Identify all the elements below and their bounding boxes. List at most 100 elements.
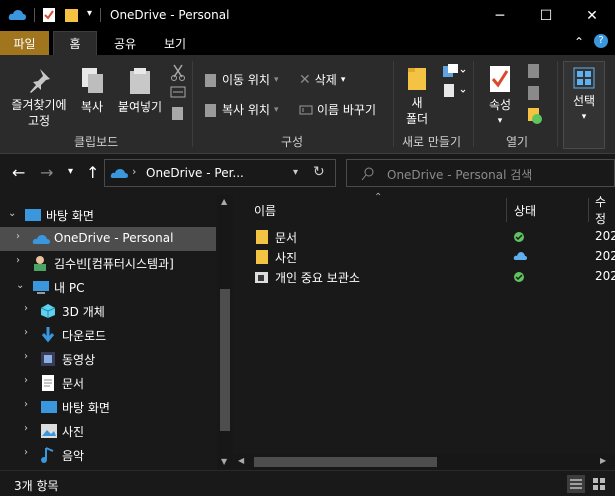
column-header-status[interactable]: 상태 (514, 198, 536, 222)
edit-icon[interactable] (527, 85, 541, 101)
copy-to-label: 복사 위치 (222, 103, 270, 117)
new-folder-button[interactable]: 새 폴더 (400, 65, 434, 127)
chevron-right-icon[interactable]: › (24, 399, 28, 410)
tree-scroll-thumb[interactable] (220, 289, 230, 431)
easy-access-icon[interactable] (442, 83, 466, 99)
open-group-label: 열기 (506, 135, 529, 149)
file-row[interactable]: 사진 202 (251, 247, 615, 267)
close-button[interactable]: ✕ (569, 0, 615, 31)
horizontal-scroll-thumb[interactable] (254, 457, 437, 467)
move-to-button[interactable]: 이동 위치 ▾ (204, 71, 279, 88)
chevron-down-icon[interactable]: ⌄ (8, 208, 16, 219)
quick-access-dropdown-icon[interactable]: ▾ (87, 8, 92, 19)
properties-dropdown-icon: ▾ (497, 116, 503, 126)
select-button[interactable]: 선택 ▾ (563, 61, 605, 149)
tab-share[interactable]: 공유 (103, 31, 147, 55)
scroll-right-icon[interactable]: ▶ (600, 456, 606, 465)
tree-item-music[interactable]: › 음악 (0, 443, 216, 467)
tab-file[interactable]: 파일 (0, 31, 49, 55)
scroll-left-icon[interactable]: ◀ (238, 456, 244, 465)
forward-arrow-icon[interactable]: → (40, 163, 53, 182)
properties-icon (490, 66, 510, 92)
chevron-right-icon[interactable]: › (24, 327, 28, 338)
properties-quick-icon[interactable] (42, 7, 56, 23)
tree-item-videos[interactable]: › 동영상 (0, 347, 216, 371)
maximize-button[interactable]: ☐ (523, 0, 569, 31)
clipboard-group-label: 클립보드 (74, 135, 119, 149)
search-box[interactable]: OneDrive - Personal 검색 (346, 159, 615, 187)
tree-label: 바탕 화면 (46, 209, 94, 223)
back-arrow-icon[interactable]: ← (12, 163, 25, 182)
details-view-icon[interactable] (567, 475, 585, 493)
column-separator[interactable] (506, 198, 507, 222)
tree-item-documents[interactable]: › 문서 (0, 371, 216, 395)
up-arrow-icon[interactable]: ↑ (86, 163, 99, 182)
paste-shortcut-icon[interactable] (170, 105, 186, 121)
tree-item-3d-objects[interactable]: › 3D 개체 (0, 299, 216, 323)
tree-item-desktop[interactable]: › 바탕 화면 (0, 395, 216, 419)
new-item-icon[interactable] (442, 63, 466, 79)
folder-icon (256, 230, 268, 244)
cut-icon[interactable] (170, 63, 186, 81)
tab-view[interactable]: 보기 (153, 31, 197, 55)
copy-to-button[interactable]: 복사 위치 ▾ (204, 101, 279, 118)
delete-button[interactable]: ✕ 삭제 ▾ (299, 71, 345, 88)
column-header-name[interactable]: 이름 (254, 198, 276, 222)
file-row[interactable]: 개인 중요 보관소 202 (251, 267, 615, 287)
document-icon (42, 375, 54, 391)
chevron-right-icon[interactable]: › (16, 231, 20, 242)
file-row[interactable]: 문서 202 (251, 227, 615, 247)
open-icon[interactable] (527, 63, 541, 79)
tree-scrollbar[interactable]: ▲ ▼ (217, 195, 233, 470)
scroll-up-icon[interactable]: ▲ (221, 197, 227, 206)
rename-button[interactable]: 이름 바꾸기 (299, 101, 376, 118)
tree-item-desktop-root[interactable]: ⌄ 바탕 화면 (0, 203, 216, 227)
new-group-label: 새로 만들기 (402, 135, 462, 149)
properties-button[interactable]: 속성 ▾ (481, 65, 519, 129)
scroll-down-icon[interactable]: ▼ (221, 457, 227, 466)
chevron-right-icon[interactable]: › (24, 375, 28, 386)
collapse-ribbon-icon[interactable]: ⌃ (574, 35, 584, 49)
tree-item-pictures[interactable]: › 사진 (0, 419, 216, 443)
pin-quick-access-button[interactable]: 즐겨찾기에 고정 (6, 67, 72, 129)
history-icon[interactable] (527, 107, 543, 125)
tree-item-downloads[interactable]: › 다운로드 (0, 323, 216, 347)
refresh-icon[interactable]: ↻ (313, 164, 325, 180)
chevron-right-icon[interactable]: › (16, 255, 20, 266)
file-list-scrollbar[interactable]: ◀ ▶ (234, 454, 615, 470)
recent-locations-icon[interactable]: ▾ (68, 166, 73, 177)
music-icon (41, 447, 54, 463)
paste-button[interactable]: 붙여넣기 (114, 67, 166, 115)
move-to-icon (205, 73, 216, 87)
address-dropdown-icon[interactable]: ▾ (293, 167, 298, 178)
select-label: 선택 (572, 94, 596, 108)
new-folder-quick-icon[interactable] (64, 7, 80, 23)
copy-to-dropdown-icon: ▾ (273, 104, 279, 115)
tree-label: 3D 개체 (62, 305, 105, 319)
onedrive-icon (8, 10, 26, 20)
tree-item-user[interactable]: › 김수빈[컴퓨터시스템과] (0, 251, 216, 275)
large-icons-view-icon[interactable] (590, 475, 608, 493)
help-icon[interactable]: ? (594, 34, 608, 48)
tree-item-onedrive[interactable]: › OneDrive - Personal (0, 227, 216, 251)
tree-label: 문서 (62, 377, 85, 391)
tab-home[interactable]: 홈 (53, 31, 97, 55)
chevron-down-icon[interactable]: ⌄ (16, 280, 24, 291)
minimize-button[interactable]: ─ (477, 0, 523, 31)
copy-path-icon[interactable] (170, 85, 186, 99)
column-header-modified[interactable]: 수정 (595, 195, 615, 226)
address-bar[interactable]: › OneDrive - Per... ▾ ↻ (104, 159, 336, 187)
copy-button[interactable]: 복사 (75, 67, 109, 115)
tree-item-this-pc[interactable]: ⌄ 내 PC (0, 275, 216, 299)
rename-icon (299, 105, 313, 114)
chevron-right-icon[interactable]: › (24, 447, 28, 458)
tree-label: OneDrive - Personal (54, 231, 174, 245)
pin-icon (30, 69, 50, 93)
synced-check-icon (514, 232, 524, 242)
chevron-right-icon[interactable]: › (24, 303, 28, 314)
chevron-right-icon[interactable]: › (24, 423, 28, 434)
chevron-right-icon[interactable]: › (24, 351, 28, 362)
tree-label: 사진 (62, 425, 85, 439)
column-separator[interactable] (588, 198, 589, 222)
new-folder-label: 새 폴더 (405, 96, 429, 126)
